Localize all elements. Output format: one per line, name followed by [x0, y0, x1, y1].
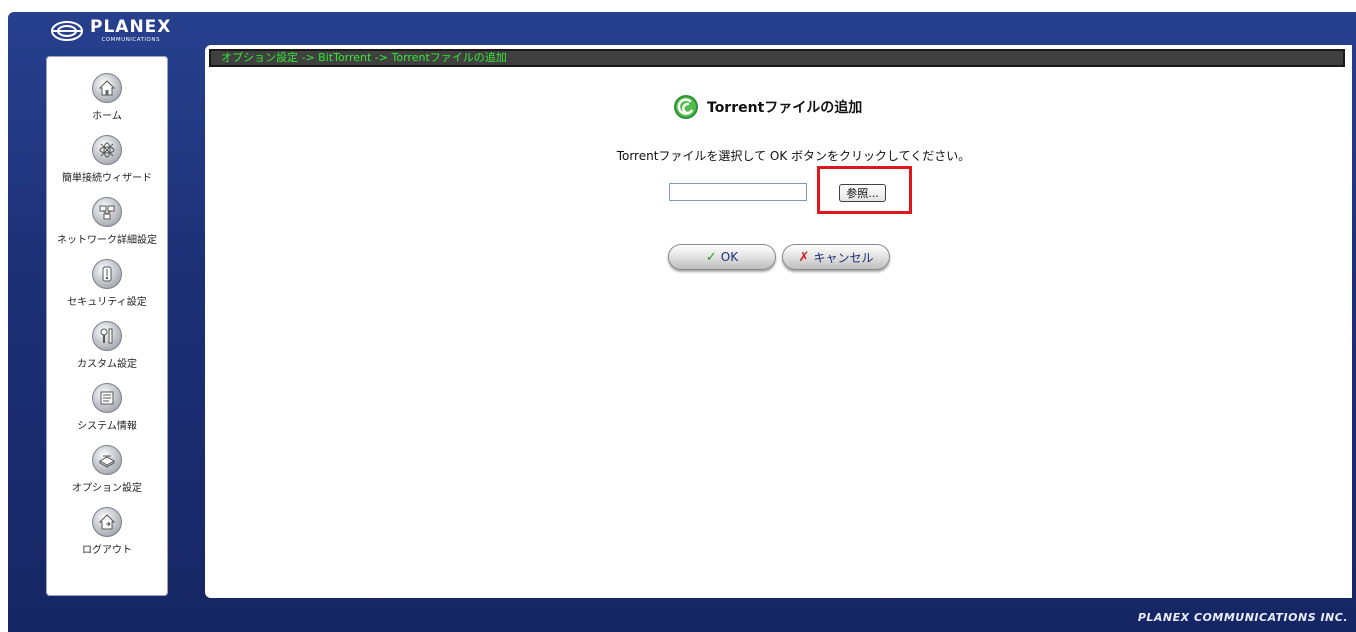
- sidebar-item-network[interactable]: ネットワーク詳細設定: [46, 197, 168, 251]
- sidebar: ホーム 簡単接続ウィザード ネットワーク詳細設定 セキュリティ設定 カスタム設定…: [46, 56, 168, 596]
- page-title: Torrentファイルの追加: [707, 100, 863, 116]
- options-icon: [92, 445, 122, 475]
- ok-button[interactable]: ✓ OK: [668, 244, 776, 270]
- sidebar-item-label: 簡単接続ウィザード: [62, 173, 152, 184]
- cancel-button[interactable]: ✗ キャンセル: [782, 244, 890, 270]
- sidebar-item-label: ネットワーク詳細設定: [57, 235, 157, 246]
- check-icon: ✓: [705, 249, 717, 265]
- breadcrumb: オプション設定 -> BitTorrent -> Torrentファイルの追加: [221, 51, 507, 64]
- sidebar-item-home[interactable]: ホーム: [46, 73, 168, 127]
- home-icon: [92, 73, 122, 103]
- sidebar-item-custom[interactable]: カスタム設定: [46, 321, 168, 375]
- instruction-text: Torrentファイルを選択して OK ボタンをクリックしてください。: [616, 149, 971, 163]
- sidebar-item-label: システム情報: [77, 421, 137, 432]
- bittorrent-icon: [674, 95, 698, 119]
- breadcrumb-bar: オプション設定 -> BitTorrent -> Torrentファイルの追加: [209, 49, 1345, 67]
- sidebar-item-label: ログアウト: [82, 545, 132, 556]
- sidebar-item-system-info[interactable]: システム情報: [46, 383, 168, 437]
- lock-icon: [92, 259, 122, 289]
- sidebar-item-options[interactable]: オプション設定: [46, 445, 168, 499]
- browse-button[interactable]: 参照...: [839, 184, 886, 202]
- sidebar-item-label: ホーム: [92, 111, 122, 122]
- content-panel: オプション設定 -> BitTorrent -> Torrentファイルの追加 …: [205, 45, 1352, 598]
- sidebar-item-logout[interactable]: ログアウト: [46, 507, 168, 561]
- brand-subtitle: COMMUNICATIONS: [101, 36, 160, 43]
- wizard-icon: [92, 135, 122, 165]
- network-icon: [92, 197, 122, 227]
- sidebar-item-wizard[interactable]: 簡単接続ウィザード: [46, 135, 168, 189]
- sidebar-item-security[interactable]: セキュリティ設定: [46, 259, 168, 313]
- page-header: Torrentファイルの追加: [673, 94, 862, 120]
- logout-icon: [92, 507, 122, 537]
- system-info-icon: [92, 383, 122, 413]
- brand-name: PLANEX: [90, 16, 172, 37]
- sidebar-item-label: セキュリティ設定: [67, 297, 147, 308]
- sidebar-item-label: オプション設定: [72, 483, 142, 494]
- sidebar-item-label: カスタム設定: [77, 359, 137, 370]
- close-icon: ✗: [798, 249, 810, 265]
- ok-label: OK: [720, 250, 739, 264]
- footer-brand: PLANEX COMMUNICATIONS INC.: [1137, 611, 1348, 624]
- planex-logo-icon: [51, 21, 83, 41]
- cancel-label: キャンセル: [813, 250, 874, 265]
- torrent-file-input[interactable]: [669, 183, 807, 201]
- tools-icon: [92, 321, 122, 351]
- planex-logo: PLANEX COMMUNICATIONS: [50, 17, 171, 45]
